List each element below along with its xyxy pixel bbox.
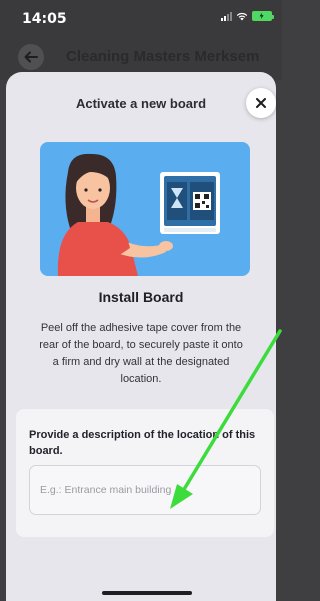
description-input[interactable] <box>29 465 261 515</box>
status-bar: 14:05 <box>0 0 282 34</box>
description-label: Provide a description of the location of… <box>29 429 256 457</box>
battery-charging-icon <box>252 11 274 21</box>
close-button[interactable] <box>246 88 276 118</box>
close-icon <box>256 98 266 108</box>
description-card: Provide a description of the location of… <box>16 409 274 537</box>
arrow-left-icon <box>24 51 38 63</box>
status-time: 14:05 <box>22 11 67 27</box>
back-button[interactable] <box>18 44 44 70</box>
page-title: Cleaning Masters Merksem <box>66 48 260 65</box>
install-title: Install Board <box>98 289 184 305</box>
sheet-title: Activate a new board <box>75 96 207 111</box>
board-installation-illustration <box>40 142 250 276</box>
home-indicator <box>102 591 192 595</box>
signal-icon <box>221 11 232 21</box>
activate-board-sheet: Activate a new board Install Board Peel … <box>6 72 276 601</box>
status-icons <box>221 11 274 21</box>
install-instructions: Peel off the adhesive tape cover from th… <box>39 322 243 385</box>
wifi-icon <box>236 12 248 21</box>
